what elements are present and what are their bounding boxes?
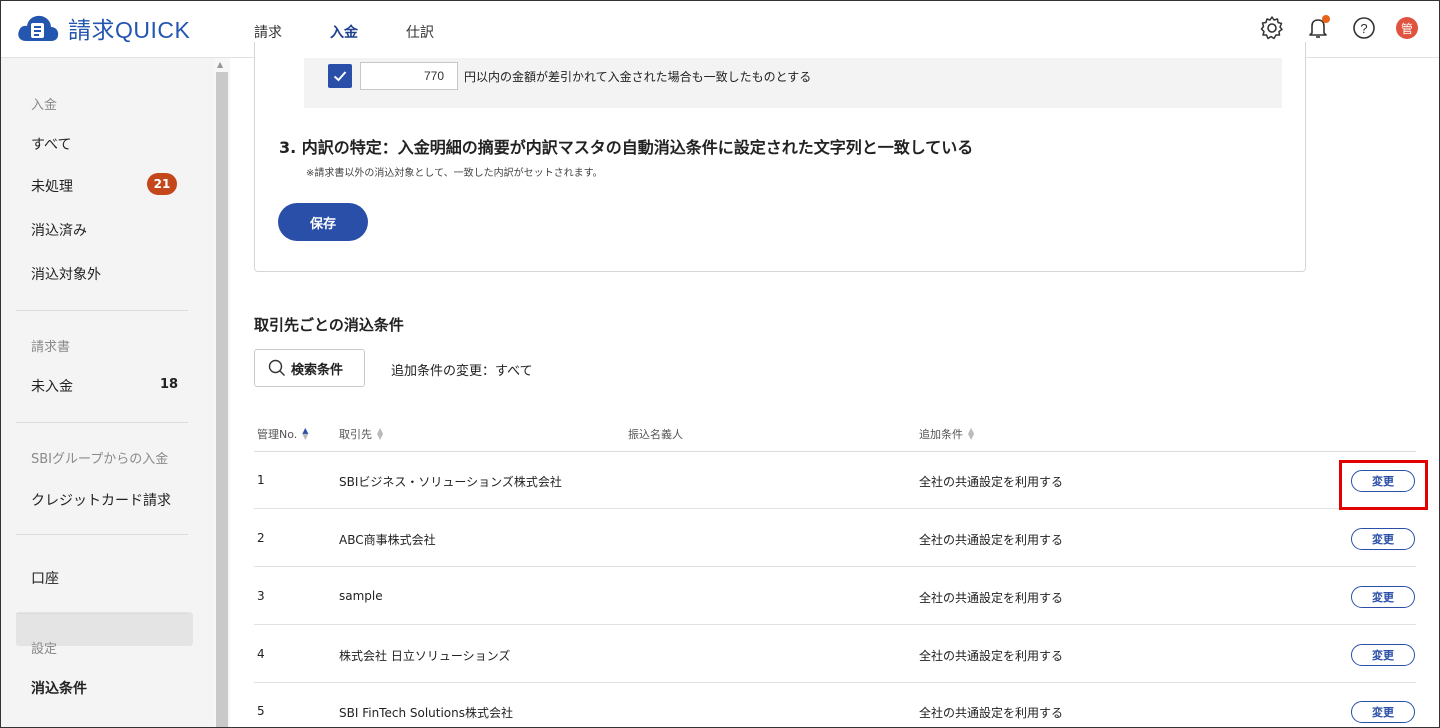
filter-summary: 追加条件の変更：すべて: [391, 364, 533, 379]
row-1-condition: 全社の共通設定を利用する: [919, 475, 1064, 489]
help-icon[interactable]: ?: [1350, 14, 1378, 42]
svg-text:?: ?: [1360, 21, 1367, 36]
sidebar-divider: [16, 534, 188, 535]
bell-icon[interactable]: [1304, 14, 1332, 42]
column-header-partner[interactable]: 取引先 ▲ ▼: [339, 426, 383, 442]
step3-title: 3. 内訳の特定：入金明細の摘要が内訳マスタの自動消込条件に設定された文字列と一…: [279, 138, 974, 157]
row-5-no: 5: [257, 704, 265, 718]
row-5-condition: 全社の共通設定を利用する: [919, 706, 1064, 720]
sidebar-section-sbi-group: SBIグループからの入金: [31, 452, 169, 467]
tolerance-checkbox[interactable]: [328, 64, 352, 88]
notification-dot: [1322, 15, 1330, 23]
sidebar-item-credit-card[interactable]: クレジットカード請求: [31, 490, 171, 510]
sidebar-item-reconciled[interactable]: 消込済み: [31, 220, 87, 240]
row-3-change-button[interactable]: 変更: [1351, 586, 1415, 608]
avatar[interactable]: 管: [1396, 17, 1418, 39]
row-divider: [254, 624, 1416, 625]
sidebar-divider: [16, 310, 188, 311]
row-2-condition: 全社の共通設定を利用する: [919, 533, 1064, 547]
sidebar-divider: [16, 422, 188, 423]
app-logo[interactable]: 請求QUICK: [16, 10, 190, 46]
header-icons: ? 管: [1240, 14, 1418, 42]
sort-icon: ▲ ▼: [377, 426, 384, 441]
sidebar-item-unpaid[interactable]: 未入金: [31, 376, 73, 396]
row-divider: [254, 508, 1416, 509]
sort-icon: ▲ ▼: [302, 426, 309, 441]
row-3-no: 3: [257, 589, 265, 603]
sidebar-item-all[interactable]: すべて: [31, 134, 71, 154]
row-1-no: 1: [257, 473, 265, 487]
step3-note: ※請求書以外の消込対象として、一致した内訳がセットされます。: [306, 168, 603, 179]
sidebar-item-reconcile-conditions[interactable]: 消込条件: [31, 678, 87, 698]
search-button-label: 検索条件: [291, 362, 344, 378]
logo-text: 請求QUICK: [68, 17, 191, 44]
unprocessed-count-badge: 21: [147, 173, 177, 195]
search-conditions-button[interactable]: 検索条件: [254, 349, 365, 387]
search-icon: [268, 359, 285, 376]
column-header-no[interactable]: 管理No. ▲ ▼: [257, 426, 308, 442]
annotation-highlight-box: [1339, 460, 1428, 510]
row-4-change-button[interactable]: 変更: [1351, 644, 1415, 666]
sidebar-section-settings: 設定: [31, 642, 58, 657]
tolerance-amount-input[interactable]: 770: [360, 62, 458, 90]
row-2-partner: ABC商事株式会社: [339, 533, 436, 547]
row-2-change-button[interactable]: 変更: [1351, 528, 1415, 550]
row-5-partner: SBI FinTech Solutions株式会社: [339, 706, 514, 720]
row-divider: [254, 682, 1416, 683]
cloud-logo-icon: [18, 15, 59, 41]
partner-conditions-title: 取引先ごとの消込条件: [254, 316, 404, 334]
table-header-divider: [254, 451, 1416, 452]
scroll-up-arrow-icon[interactable]: ▲: [217, 60, 223, 69]
gear-icon[interactable]: [1258, 14, 1286, 42]
row-1-partner: SBIビジネス・ソリューションズ株式会社: [339, 475, 562, 489]
sort-icon: ▲ ▼: [968, 426, 975, 441]
row-4-condition: 全社の共通設定を利用する: [919, 649, 1064, 663]
row-4-no: 4: [257, 647, 265, 661]
sidebar-item-excluded[interactable]: 消込対象外: [31, 264, 101, 284]
column-header-payer: 振込名義人: [628, 428, 683, 441]
column-header-condition[interactable]: 追加条件 ▲ ▼: [919, 426, 974, 442]
row-4-partner: 株式会社 日立ソリューションズ: [339, 649, 511, 663]
sidebar-section-invoices: 請求書: [31, 340, 71, 355]
row-2-no: 2: [257, 531, 265, 545]
sidebar-item-unprocessed[interactable]: 未処理: [31, 176, 73, 196]
row-5-change-button[interactable]: 変更: [1351, 701, 1415, 723]
sidebar-item-account[interactable]: 口座: [31, 568, 59, 588]
unpaid-count: 18: [160, 377, 179, 392]
row-3-condition: 全社の共通設定を利用する: [919, 591, 1064, 605]
save-button[interactable]: 保存: [278, 203, 368, 241]
sidebar-section-payment: 入金: [31, 98, 58, 113]
row-divider: [254, 566, 1416, 567]
sidebar-divider: [16, 613, 188, 614]
sidebar-scrollbar-thumb[interactable]: [216, 72, 228, 728]
checkmark-icon: [333, 71, 347, 82]
tolerance-description: 円以内の金額が差引かれて入金された場合も一致したものとする: [464, 70, 812, 84]
row-3-partner: sample: [339, 589, 383, 603]
